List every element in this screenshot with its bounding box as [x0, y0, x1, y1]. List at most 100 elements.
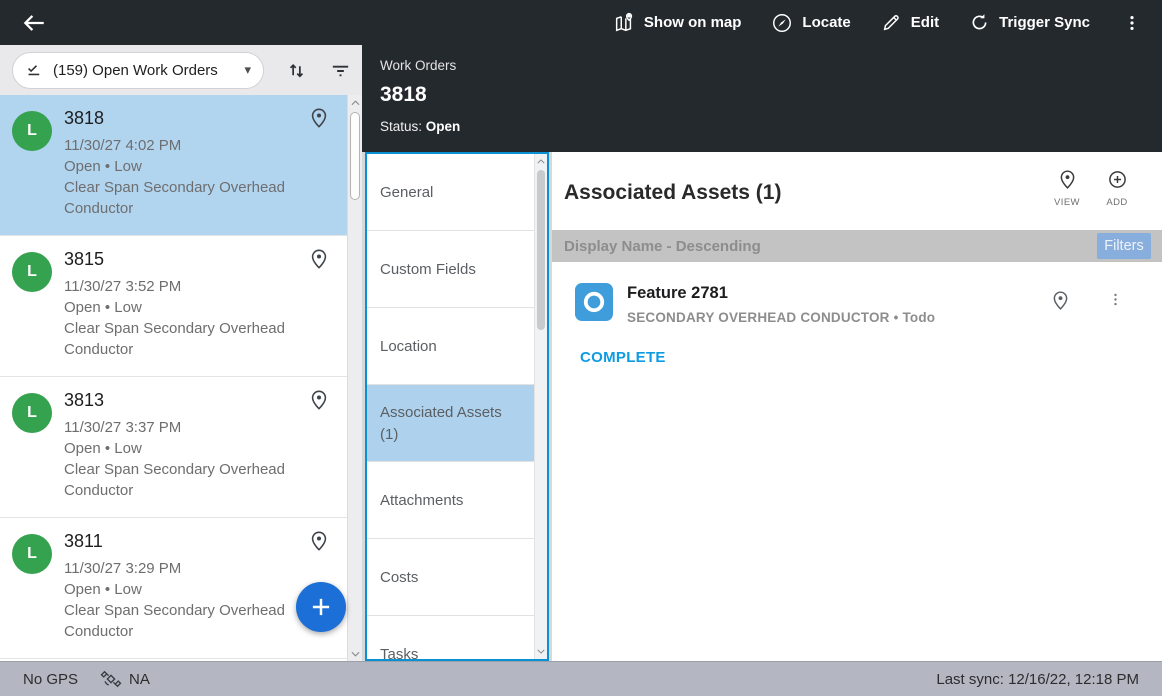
scroll-up-icon[interactable] [348, 95, 362, 110]
work-order-list-scrollbar[interactable] [347, 95, 362, 661]
sort-order-label: Display Name - Descending [564, 237, 761, 255]
work-order-type-avatar: L [12, 393, 52, 433]
kebab-menu-icon [1122, 12, 1142, 34]
work-order-list-panel: (159) Open Work Orders ▾ L 3818 11/30/27… [0, 45, 362, 661]
work-order-text: 3811 11/30/27 3:29 PM Open • Low Clear S… [64, 531, 314, 658]
work-order-id: 3811 [64, 531, 103, 551]
tab-label: Costs [380, 568, 419, 586]
scrollbar-thumb[interactable] [537, 170, 545, 330]
feature-type-icon [575, 283, 613, 321]
detail-area: Work Orders 3818 Status: Open General Cu… [362, 45, 1162, 661]
detail-header: Work Orders 3818 Status: Open [362, 45, 1162, 152]
scrollbar-thumb[interactable] [350, 112, 360, 200]
asset-row-feature-2781[interactable]: Feature 2781 SECONDARY OVERHEAD CONDUCTO… [552, 262, 1162, 325]
work-order-status: Open • Low [64, 299, 142, 316]
asset-text: Feature 2781 SECONDARY OVERHEAD CONDUCTO… [627, 283, 1050, 325]
satellite-value: NA [129, 670, 150, 688]
add-asset-button[interactable]: ADD [1094, 169, 1140, 208]
trigger-sync-label: Trigger Sync [999, 14, 1090, 31]
work-order-row-3815[interactable]: L 3815 11/30/27 3:52 PM Open • Low Clear… [0, 236, 362, 377]
work-order-type: Clear Span Secondary Overhead Conductor [64, 179, 285, 217]
satellite-status: NA [100, 668, 150, 690]
add-button-label: ADD [1106, 197, 1128, 208]
locate-label: Locate [802, 14, 851, 31]
scroll-up-icon[interactable] [535, 154, 547, 169]
work-order-type-avatar: L [12, 252, 52, 292]
associated-assets-panel: Associated Assets (1) VIEW ADD Display N… [552, 152, 1162, 661]
add-work-order-fab[interactable] [296, 582, 346, 632]
trigger-sync-button[interactable]: Trigger Sync [969, 12, 1090, 33]
edit-label: Edit [910, 14, 940, 31]
work-order-datetime: 11/30/27 4:02 PM [64, 137, 182, 154]
nav-scrollbar[interactable] [534, 154, 547, 659]
tab-label: Custom Fields [380, 260, 476, 278]
work-order-row-3813[interactable]: L 3813 11/30/27 3:37 PM Open • Low Clear… [0, 377, 362, 518]
asset-subtitle: SECONDARY OVERHEAD CONDUCTOR • Todo [627, 310, 936, 325]
filters-button[interactable]: Filters [1097, 233, 1151, 259]
tab-label: Associated Assets [380, 403, 502, 421]
scroll-down-icon[interactable] [535, 644, 547, 659]
edit-button[interactable]: Edit [881, 12, 939, 33]
location-pin-icon[interactable] [308, 389, 330, 416]
assets-panel-title: Associated Assets (1) [564, 181, 782, 204]
location-pin-icon[interactable] [308, 107, 330, 134]
tab-label: Location [380, 337, 437, 355]
compass-icon [771, 12, 793, 34]
location-pin-icon[interactable] [1050, 290, 1071, 316]
plus-circle-icon [1107, 169, 1128, 190]
view-assets-button[interactable]: VIEW [1044, 169, 1090, 208]
work-order-list: L 3818 11/30/27 4:02 PM Open • Low Clear… [0, 95, 362, 661]
main-content: (159) Open Work Orders ▾ L 3818 11/30/27… [0, 45, 1162, 661]
work-order-datetime: 11/30/27 3:29 PM [64, 560, 182, 577]
work-order-id: 3818 [64, 108, 105, 128]
tab-general[interactable]: General [367, 154, 547, 231]
back-arrow-icon [21, 10, 47, 36]
work-order-status: Open • Low [64, 581, 142, 598]
work-order-datetime: 11/30/27 3:52 PM [64, 278, 182, 295]
work-order-id: 3813 [64, 390, 105, 410]
tab-tasks[interactable]: Tasks [367, 616, 547, 661]
work-order-text: 3815 11/30/27 3:52 PM Open • Low Clear S… [64, 249, 314, 376]
location-pin-icon [1057, 169, 1078, 190]
asset-kebab-menu[interactable] [1107, 290, 1124, 314]
status-value: Open [425, 119, 461, 134]
back-button[interactable] [17, 6, 51, 40]
locate-button[interactable]: Locate [771, 12, 851, 34]
tab-costs[interactable]: Costs [367, 539, 547, 616]
tab-count: (1) [380, 425, 399, 443]
tab-label: Attachments [380, 491, 464, 509]
work-order-datetime: 11/30/27 3:37 PM [64, 419, 182, 436]
overflow-menu-button[interactable] [1120, 9, 1144, 37]
detail-nav: General Custom Fields Location Associate… [365, 152, 549, 661]
sort-button[interactable] [285, 59, 308, 82]
work-order-row-3818[interactable]: L 3818 11/30/27 4:02 PM Open • Low Clear… [0, 95, 362, 236]
tab-label: Tasks [380, 645, 419, 661]
show-on-map-button[interactable]: Show on map [613, 12, 741, 34]
checklist-icon [25, 61, 44, 80]
location-pin-icon[interactable] [308, 530, 330, 557]
tab-custom-fields[interactable]: Custom Fields [367, 231, 547, 308]
work-order-status: Open • Low [64, 440, 142, 457]
top-app-bar: Show on map Locate Edit Trigger Sync [0, 0, 1162, 45]
assets-header: Associated Assets (1) VIEW ADD [552, 152, 1162, 230]
work-order-text: 3813 11/30/27 3:37 PM Open • Low Clear S… [64, 390, 314, 517]
assets-sort-bar: Display Name - Descending Filters [552, 230, 1162, 262]
complete-button[interactable]: COMPLETE [580, 349, 666, 366]
work-order-filter-dropdown[interactable]: (159) Open Work Orders ▾ [12, 51, 264, 89]
tab-location[interactable]: Location [367, 308, 547, 385]
list-toolbar: (159) Open Work Orders ▾ [0, 45, 362, 95]
plus-icon [308, 594, 334, 620]
gps-status: No GPS [23, 670, 79, 688]
sync-icon [969, 12, 990, 33]
tab-attachments[interactable]: Attachments [367, 462, 547, 539]
status-label: Status: [380, 119, 423, 134]
scroll-down-icon[interactable] [348, 646, 362, 661]
asset-name: Feature 2781 [627, 284, 728, 302]
filter-button[interactable] [329, 59, 352, 82]
tab-associated-assets[interactable]: Associated Assets (1) [367, 385, 547, 462]
view-button-label: VIEW [1054, 197, 1080, 208]
work-order-id: 3815 [64, 249, 105, 269]
filter-dropdown-value: (159) Open Work Orders [53, 61, 218, 79]
location-pin-icon[interactable] [308, 248, 330, 275]
tab-label: General [380, 183, 434, 201]
